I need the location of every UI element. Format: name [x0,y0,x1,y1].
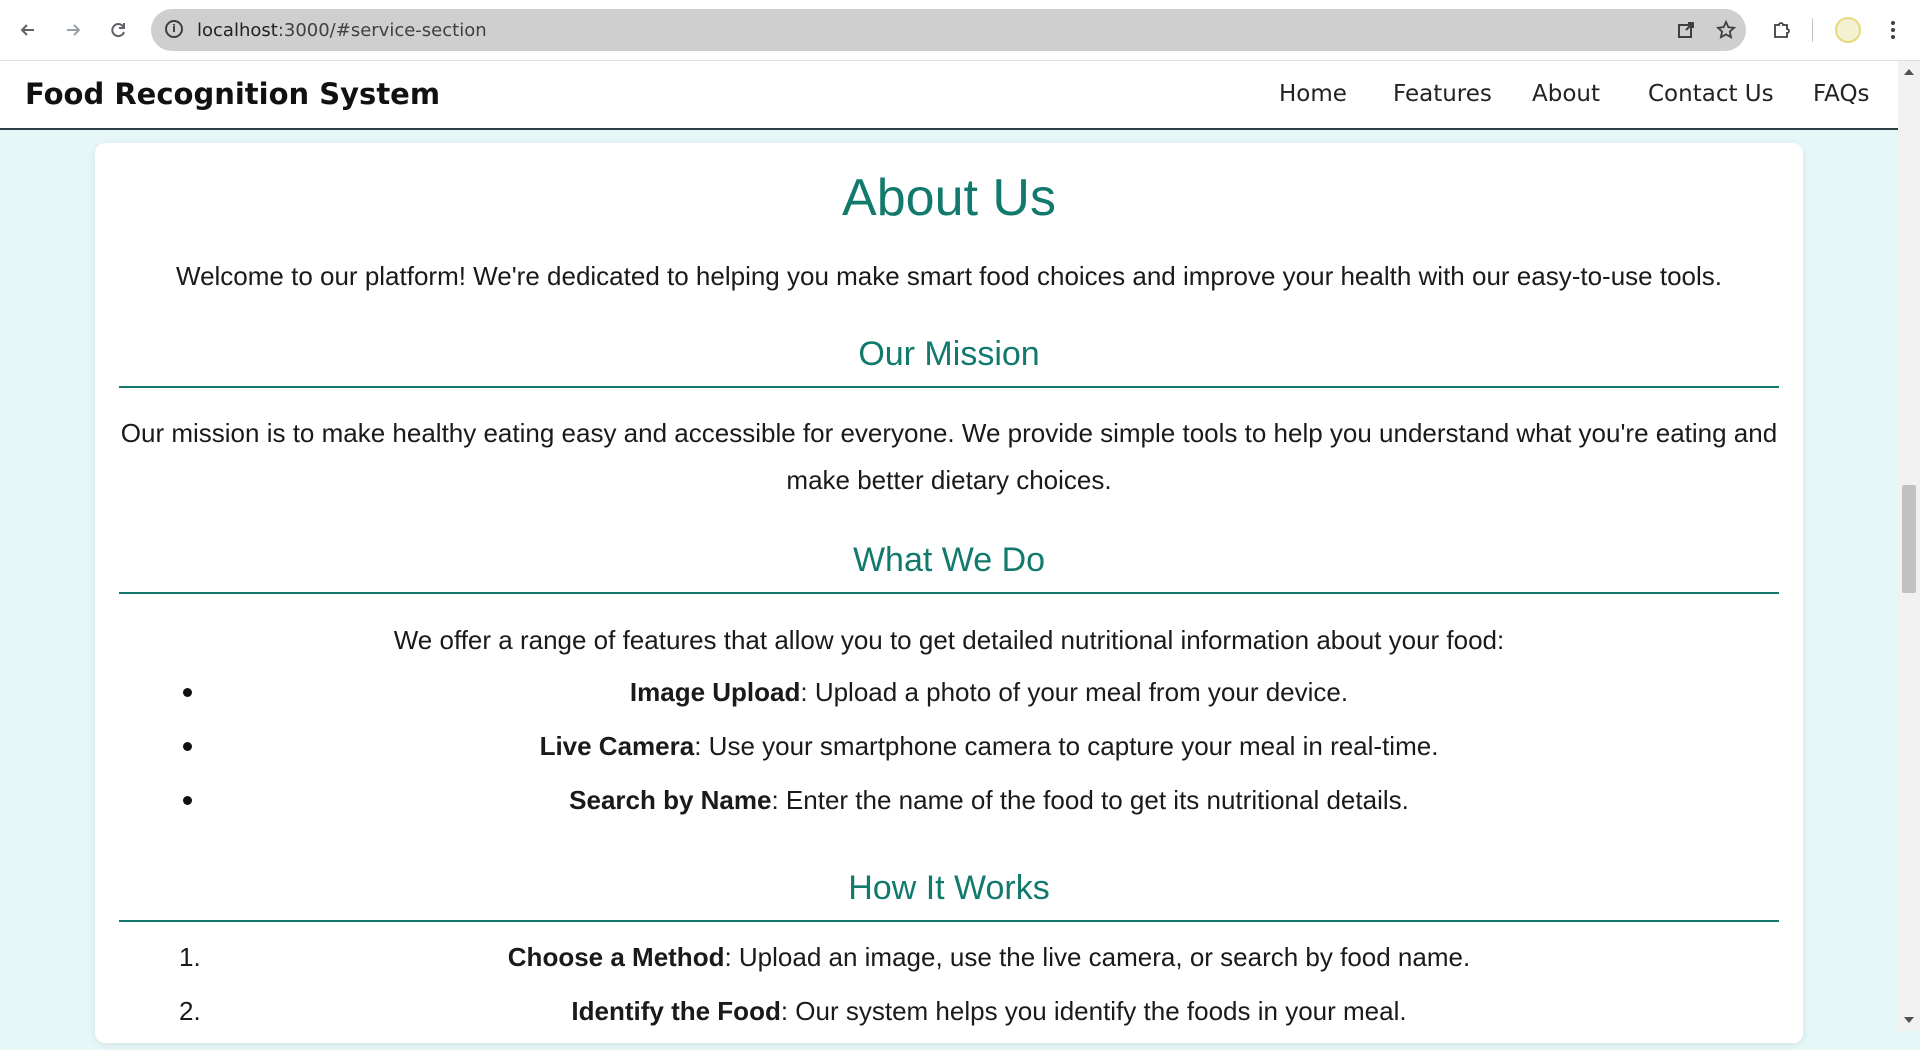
list-item: 1. Choose a Method: Upload an image, use… [119,942,1779,996]
feature-desc: : Enter the name of the food to get its … [771,785,1409,815]
what-we-do-heading: What We Do [119,541,1779,594]
step-title: Choose a Method [507,942,725,972]
features-list: Image Upload: Upload a photo of your mea… [119,677,1779,839]
profile-avatar[interactable] [1835,17,1861,43]
mission-line-1: Our mission is to make healthy eating ea… [120,418,1778,448]
reload-icon[interactable] [102,14,134,46]
page-title: About Us [842,169,1056,227]
how-it-works-heading: How It Works [119,869,1779,922]
bullet-icon [183,796,192,805]
scroll-down-arrow-icon[interactable] [1904,1017,1914,1023]
nav-link-about[interactable]: About [1532,81,1600,107]
feature-title: Live Camera [539,731,695,761]
scrollbar-thumb[interactable] [1902,485,1916,593]
list-item: Image Upload: Upload a photo of your mea… [119,677,1779,731]
step-desc: : Our system helps you identify the food… [780,996,1407,1026]
extensions-puzzle-icon[interactable] [1766,14,1798,46]
more-vertical-icon[interactable] [1877,14,1909,46]
browser-toolbar: i localhost:3000/#service-section [0,0,1920,61]
feature-title: Image Upload [629,677,801,707]
address-bar[interactable]: i localhost:3000/#service-section [151,9,1746,51]
back-arrow-icon[interactable] [12,14,44,46]
bullet-icon [183,742,192,751]
nav-link-contact-us[interactable]: Contact Us [1648,81,1774,107]
intro-paragraph: Welcome to our platform! We're dedicated… [176,261,1722,291]
nav-link-faqs[interactable]: FAQs [1813,81,1870,107]
list-item: Live Camera: Use your smartphone camera … [119,731,1779,785]
open-in-new-icon[interactable] [1674,18,1698,42]
page-scrollbar[interactable] [1898,61,1920,1031]
bookmark-star-icon[interactable] [1714,18,1738,42]
nav-link-features[interactable]: Features [1393,81,1492,107]
site-info-icon[interactable]: i [165,20,183,38]
mission-line-2: make better dietary choices. [786,465,1112,495]
list-item: 2. Identify the Food: Our system helps y… [119,996,1779,1050]
toolbar-divider [1812,18,1813,42]
scroll-up-arrow-icon[interactable] [1904,69,1914,75]
what-we-do-intro: We offer a range of features that allow … [393,625,1505,655]
step-number: 2. [179,996,201,1026]
site-navbar: Food Recognition System Home Features Ab… [0,61,1898,130]
feature-desc: : Upload a photo of your meal from your … [800,677,1349,707]
mission-heading: Our Mission [119,335,1779,388]
brand-logo-text[interactable]: Food Recognition System [25,77,440,111]
feature-desc: : Use your smartphone camera to capture … [694,731,1439,761]
nav-link-home[interactable]: Home [1279,81,1347,107]
step-title: Identify the Food [571,996,781,1026]
steps-list: 1. Choose a Method: Upload an image, use… [119,942,1779,1050]
step-desc: : Upload an image, use the live camera, … [724,942,1471,972]
mission-paragraph: Our mission is to make healthy eating ea… [119,410,1779,504]
list-item: Search by Name: Enter the name of the fo… [119,785,1779,839]
feature-title: Search by Name [569,785,772,815]
url-text[interactable]: localhost:3000/#service-section [197,20,487,41]
bullet-icon [183,688,192,697]
forward-arrow-icon[interactable] [57,14,89,46]
step-number: 1. [179,942,201,972]
about-section-card: About Us Welcome to our platform! We're … [95,143,1803,1043]
